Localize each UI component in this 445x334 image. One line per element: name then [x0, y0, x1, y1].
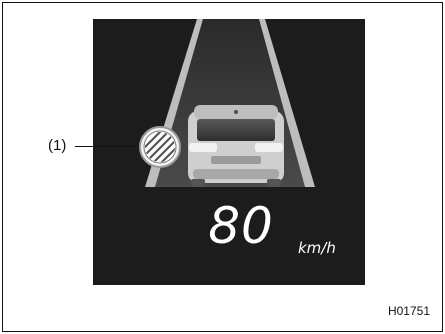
speed-unit: km/h	[298, 239, 336, 257]
speed-value: 80	[208, 197, 274, 255]
figure-code: H01751	[387, 304, 430, 318]
head-up-display: 80 km/h	[93, 19, 365, 285]
callout-label: (1)	[48, 137, 67, 154]
lead-vehicle-icon	[188, 105, 284, 187]
figure-frame: 80 km/h (1) H01751	[2, 2, 443, 332]
callout-leader-line	[75, 146, 135, 147]
